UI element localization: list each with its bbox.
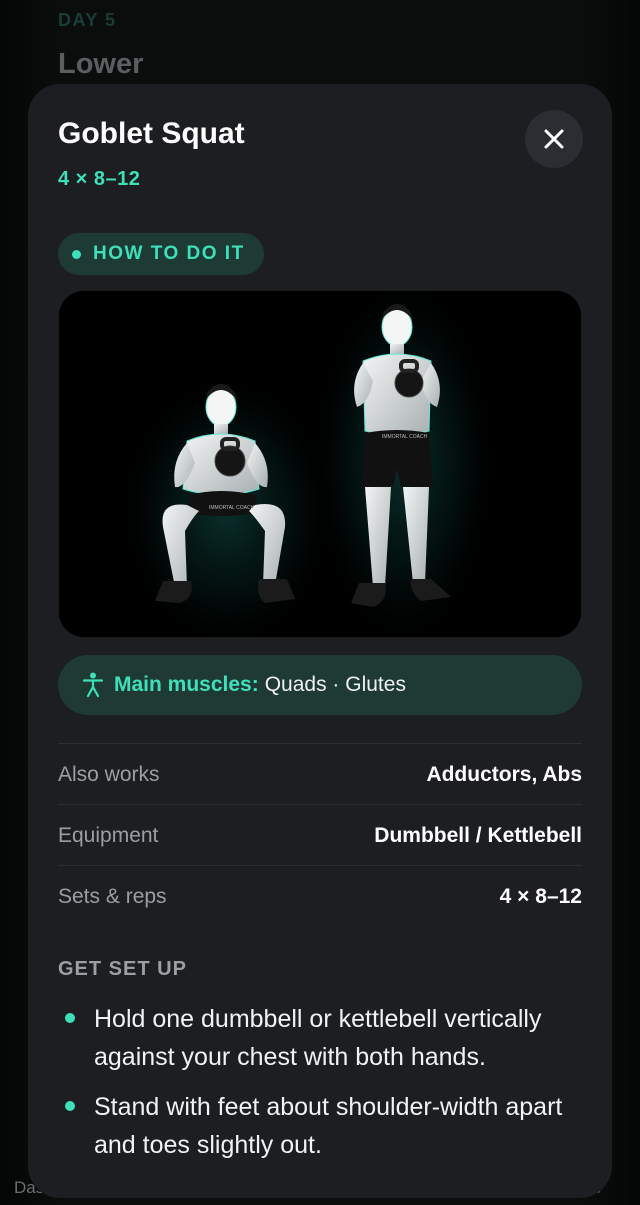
- main-muscles-value: Quads · Glutes: [264, 673, 406, 696]
- setup-step: Hold one dumbbell or kettlebell vertical…: [58, 1000, 582, 1080]
- detail-row-sets-reps: Sets & reps 4 × 8–12: [58, 865, 582, 925]
- how-to-label: HOW TO DO IT: [93, 243, 245, 264]
- shorts-brand-text: IMMORTAL COACH: [209, 505, 255, 511]
- detail-row-equipment: Equipment Dumbbell / Kettlebell: [58, 804, 582, 864]
- main-muscles-label: Main muscles:: [114, 673, 259, 696]
- setup-heading: GET SET UP: [58, 958, 187, 980]
- setup-step: Stand with feet about shoulder-width apa…: [58, 1088, 582, 1168]
- exercise-title: Goblet Squat: [58, 117, 245, 150]
- close-button[interactable]: [525, 110, 583, 168]
- exercise-scheme: 4 × 8–12: [58, 168, 141, 190]
- bullet-icon: [65, 1013, 75, 1023]
- shorts-brand-text-2: IMMORTAL COACH: [382, 434, 428, 440]
- close-icon: [544, 129, 564, 149]
- bullet-icon: [65, 1101, 75, 1111]
- day-label: DAY 5: [58, 10, 117, 30]
- status-dot-icon: [72, 249, 81, 259]
- detail-key: Equipment: [58, 824, 159, 847]
- exercise-detail-sheet: Goblet Squat 4 × 8–12 HOW TO DO IT IMMOR…: [28, 84, 612, 1198]
- detail-value: Adductors, Abs: [426, 763, 582, 786]
- detail-row-also-works: Also works Adductors, Abs: [58, 743, 582, 803]
- session-title: Lower: [58, 48, 144, 80]
- main-muscles-bar: Main muscles: Quads · Glutes: [58, 655, 582, 715]
- setup-step-text: Hold one dumbbell or kettlebell vertical…: [94, 1005, 542, 1071]
- setup-step-text: Stand with feet about shoulder-width apa…: [94, 1093, 563, 1159]
- detail-value: Dumbbell / Kettlebell: [374, 824, 582, 847]
- detail-value: 4 × 8–12: [499, 885, 582, 908]
- how-to-tab[interactable]: HOW TO DO IT: [58, 233, 264, 275]
- detail-key: Sets & reps: [58, 885, 167, 908]
- exercise-illustration: IMMORTAL COACH IMMORTAL COACH: [58, 290, 582, 638]
- person-icon: [82, 672, 104, 698]
- detail-key: Also works: [58, 763, 160, 786]
